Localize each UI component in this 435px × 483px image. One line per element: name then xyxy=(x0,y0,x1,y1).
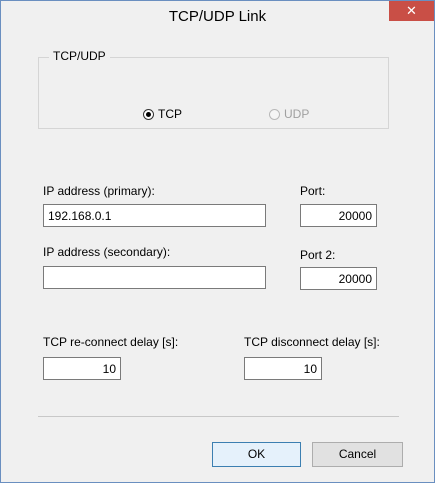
protocol-groupbox xyxy=(38,57,389,129)
dialog-title: TCP/UDP Link xyxy=(168,8,267,25)
reconnect-delay-label: TCP re-connect delay [s]: xyxy=(43,335,179,349)
port2-label: Port 2: xyxy=(300,248,336,262)
disconnect-delay-input[interactable] xyxy=(244,357,322,380)
port-label: Port: xyxy=(300,184,326,198)
ip-primary-label: IP address (primary): xyxy=(43,184,155,198)
ok-button[interactable]: OK xyxy=(212,442,301,467)
close-button[interactable]: ✕ xyxy=(389,1,434,21)
title-bar[interactable]: TCP/UDP Link ✕ xyxy=(1,1,434,32)
ip-secondary-label: IP address (secondary): xyxy=(43,245,171,259)
ip-secondary-input[interactable] xyxy=(43,266,266,289)
tcp-radio[interactable]: TCP xyxy=(143,106,182,122)
close-icon: ✕ xyxy=(406,3,417,18)
cancel-button[interactable]: Cancel xyxy=(312,442,403,467)
radio-unchecked-icon xyxy=(269,108,280,120)
port-input[interactable] xyxy=(300,204,377,227)
tcp-radio-label: TCP xyxy=(158,107,182,121)
protocol-group-label: TCP/UDP xyxy=(49,49,110,63)
separator xyxy=(38,416,399,417)
udp-radio-label: UDP xyxy=(284,107,310,121)
radio-checked-icon xyxy=(143,108,154,120)
udp-radio: UDP xyxy=(269,106,309,122)
reconnect-delay-input[interactable] xyxy=(43,357,121,380)
disconnect-delay-label: TCP disconnect delay [s]: xyxy=(244,335,380,349)
port2-input[interactable] xyxy=(300,267,377,290)
ip-primary-input[interactable] xyxy=(43,204,266,227)
tcp-udp-link-dialog: TCP/UDP Link ✕ TCP/UDP TCP UDP IP addres… xyxy=(0,0,435,483)
